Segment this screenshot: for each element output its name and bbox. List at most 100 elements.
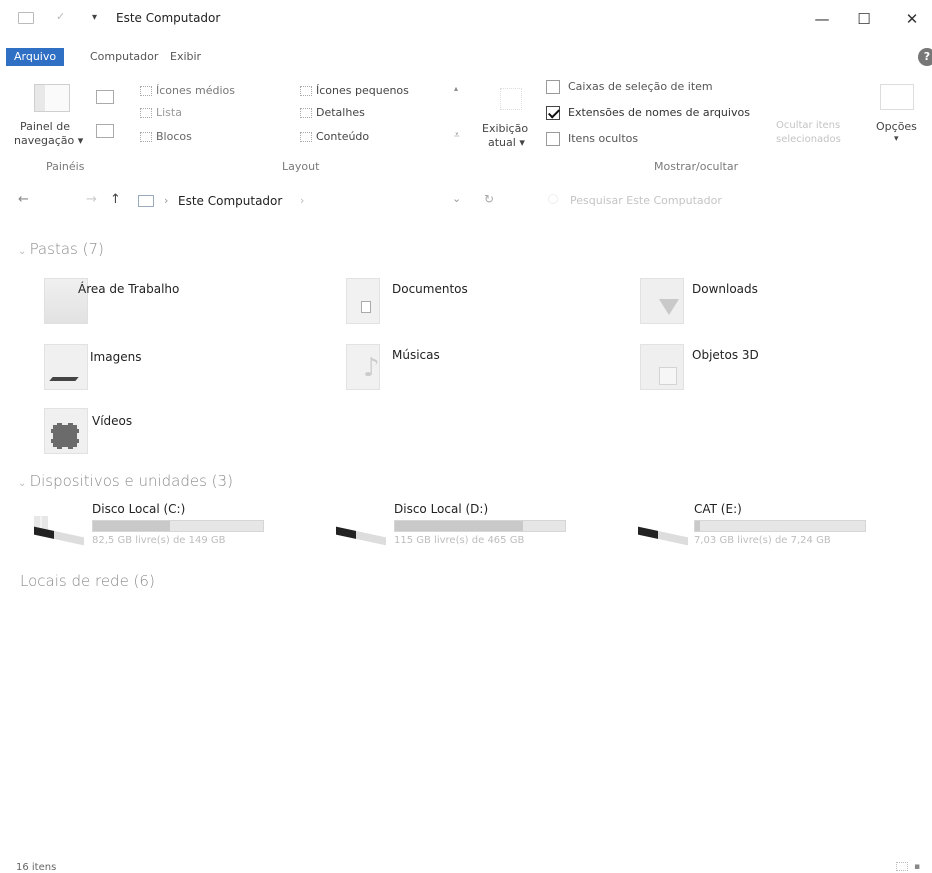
current-view-icon: [500, 88, 522, 110]
3d-objects-folder-icon: [640, 344, 684, 390]
checkbox-item-check-boxes[interactable]: [546, 80, 560, 94]
ribbon-tabs: Arquivo Computador Exibir ?: [0, 40, 932, 68]
folder-videos[interactable]: Vídeos: [44, 408, 324, 468]
section-pastas[interactable]: ⌄ Pastas (7): [18, 240, 104, 258]
layout-details-label: Detalhes: [316, 106, 365, 119]
forward-button[interactable]: →: [86, 192, 97, 207]
download-arrow-icon: [659, 299, 679, 315]
landscape-glyph-icon: [49, 377, 79, 381]
layout-scroll-up-icon[interactable]: ▴: [454, 84, 458, 93]
details-view-toggle-icon[interactable]: [896, 862, 908, 871]
medium-icons-icon: [140, 86, 152, 96]
current-view-line2[interactable]: atual ▾: [488, 136, 525, 149]
drive-usage-bar: [92, 520, 264, 532]
usb-drive-icon: [638, 526, 688, 546]
navigation-pane-button-line2[interactable]: navegação ▾: [14, 134, 83, 147]
hide-selected-items-line2[interactable]: selecionados: [776, 134, 841, 145]
checkbox-item-check-boxes-label[interactable]: Caixas de seleção de item: [568, 80, 713, 93]
drive-e[interactable]: CAT (E:) 7,03 GB livre(s) de 7,24 GB: [634, 502, 914, 562]
chevron-down-icon: ⌄: [18, 246, 30, 257]
breadcrumb-este-computador[interactable]: Este Computador: [178, 194, 282, 208]
navigation-pane-button-line1[interactable]: Painel de: [20, 120, 70, 133]
folder-label: Objetos 3D: [692, 348, 759, 362]
section-dispositivos[interactable]: ⌄ Dispositivos e unidades (3): [18, 472, 233, 490]
quick-access-dropdown-icon[interactable]: ▾: [92, 12, 97, 23]
tab-arquivo[interactable]: Arquivo: [6, 48, 65, 66]
hide-selected-items-line1[interactable]: Ocultar itens: [776, 120, 840, 131]
close-button[interactable]: ✕: [898, 8, 926, 30]
videos-folder-icon: [44, 408, 88, 454]
navigation-pane-icon: [34, 84, 70, 112]
layout-tiles[interactable]: Blocos: [140, 130, 192, 143]
music-note-icon: ♪: [363, 353, 380, 383]
folder-documentos[interactable]: Documentos: [346, 278, 626, 338]
layout-list[interactable]: Lista: [140, 106, 182, 119]
layout-content-label: Conteúdo: [316, 130, 370, 143]
back-button[interactable]: ←: [18, 192, 29, 207]
folder-label: Área de Trabalho: [78, 282, 180, 296]
title-bar: ✓ ▾ Este Computador — ☐ ✕: [0, 0, 932, 40]
quick-access-check-icon[interactable]: ✓: [56, 10, 70, 24]
downloads-folder-icon: [640, 278, 684, 324]
layout-medium-icons[interactable]: Ícones médios: [140, 84, 235, 97]
details-pane-icon[interactable]: [96, 124, 114, 138]
options-icon: [880, 84, 914, 110]
tab-computador[interactable]: Computador: [84, 48, 164, 66]
up-button[interactable]: ↑: [110, 192, 121, 207]
address-dropdown-icon[interactable]: ⌄: [452, 192, 461, 205]
tab-exibir[interactable]: Exibir: [164, 48, 207, 66]
chevron-down-icon: ⌄: [18, 478, 30, 489]
layout-tiles-label: Blocos: [156, 130, 192, 143]
drive-usage-fill: [395, 521, 523, 531]
folder-imagens[interactable]: Imagens: [44, 344, 324, 404]
layout-small-icons[interactable]: Ícones pequenos: [300, 84, 409, 97]
pictures-folder-icon: [44, 344, 88, 390]
options-button[interactable]: Opções: [876, 120, 917, 133]
folder-label: Documentos: [392, 282, 468, 296]
drive-name: Disco Local (D:): [394, 502, 489, 516]
drive-free-space: 7,03 GB livre(s) de 7,24 GB: [694, 535, 831, 546]
section-pastas-label: Pastas (7): [29, 240, 104, 258]
layout-content[interactable]: Conteúdo: [300, 130, 369, 143]
list-icon: [140, 108, 152, 118]
drive-c[interactable]: Disco Local (C:) 82,5 GB livre(s) de 149…: [30, 502, 310, 562]
section-locais-de-rede[interactable]: Locais de rede (6): [20, 572, 155, 590]
layout-list-label: Lista: [156, 106, 182, 119]
folder-downloads[interactable]: Downloads: [640, 278, 920, 338]
cube-icon: [659, 367, 677, 385]
minimize-button[interactable]: —: [808, 8, 836, 30]
search-icon: [548, 194, 558, 204]
help-icon[interactable]: ?: [918, 48, 932, 66]
checkbox-hidden-items-label[interactable]: Itens ocultos: [568, 132, 638, 145]
drive-name: CAT (E:): [694, 502, 742, 516]
music-folder-icon: ♪: [346, 344, 380, 390]
document-glyph-icon: [361, 301, 371, 313]
maximize-button[interactable]: ☐: [850, 8, 878, 30]
folder-area-de-trabalho[interactable]: Área de Trabalho: [44, 278, 324, 338]
drive-d[interactable]: Disco Local (D:) 115 GB livre(s) de 465 …: [332, 502, 612, 562]
drive-usage-bar: [694, 520, 866, 532]
checkbox-file-extensions[interactable]: [546, 106, 560, 120]
layout-expand-icon[interactable]: ⩡: [454, 130, 460, 141]
folder-musicas[interactable]: ♪ Músicas: [346, 344, 626, 404]
search-input[interactable]: Pesquisar Este Computador: [570, 194, 722, 207]
drive-name: Disco Local (C:): [92, 502, 186, 516]
hard-drive-icon: [336, 526, 386, 546]
folder-label: Vídeos: [92, 414, 133, 428]
checkbox-file-extensions-label[interactable]: Extensões de nomes de arquivos: [568, 106, 750, 119]
large-icons-view-toggle-icon[interactable]: ▪: [914, 862, 920, 872]
refresh-icon[interactable]: ↻: [484, 192, 494, 206]
breadcrumb-separator-2[interactable]: ›: [300, 194, 304, 207]
group-label-paineis: Painéis: [46, 160, 85, 173]
folder-objetos-3d[interactable]: Objetos 3D: [640, 344, 920, 404]
preview-pane-icon[interactable]: [96, 90, 114, 104]
layout-details[interactable]: Detalhes: [300, 106, 365, 119]
current-view-line1[interactable]: Exibição: [482, 122, 528, 135]
hard-drive-icon: [34, 526, 84, 546]
documents-folder-icon: [346, 278, 380, 324]
tiles-icon: [140, 132, 152, 142]
options-dropdown-icon[interactable]: ▾: [894, 134, 899, 144]
checkbox-hidden-items[interactable]: [546, 132, 560, 146]
drive-usage-fill: [695, 521, 701, 531]
quick-access-pc-icon[interactable]: [18, 12, 34, 24]
